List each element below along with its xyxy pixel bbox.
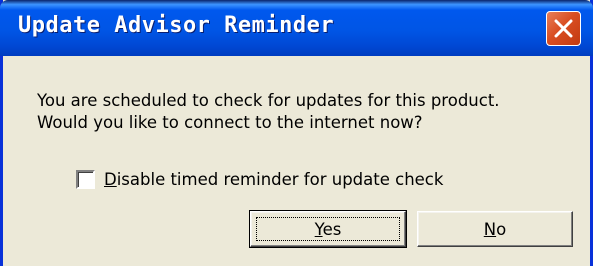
close-button[interactable]	[546, 11, 581, 46]
message-line-1: You are scheduled to check for updates f…	[37, 91, 500, 110]
disable-reminder-option[interactable]: Disable timed reminder for update check	[76, 168, 443, 190]
disable-reminder-mnemonic: D	[104, 169, 117, 189]
disable-reminder-label[interactable]: Disable timed reminder for update check	[104, 170, 443, 189]
disable-reminder-label-text: isable timed reminder for update check	[116, 169, 444, 189]
close-icon	[554, 19, 573, 38]
no-button[interactable]: No	[417, 211, 573, 247]
title-bar[interactable]: Update Advisor Reminder	[0, 0, 593, 56]
message-line-2: Would you like to connect to the interne…	[37, 113, 423, 132]
focus-ring	[256, 217, 400, 241]
dialog-window: Update Advisor Reminder You are schedule…	[0, 0, 593, 266]
disable-reminder-checkbox[interactable]	[76, 169, 95, 189]
message-text: You are scheduled to check for updates f…	[37, 90, 500, 134]
no-button-label: No	[484, 220, 506, 239]
no-label-text: o	[496, 219, 507, 239]
window-title: Update Advisor Reminder	[18, 13, 335, 38]
yes-button[interactable]: Yes	[249, 210, 407, 248]
no-mnemonic: N	[483, 219, 497, 239]
